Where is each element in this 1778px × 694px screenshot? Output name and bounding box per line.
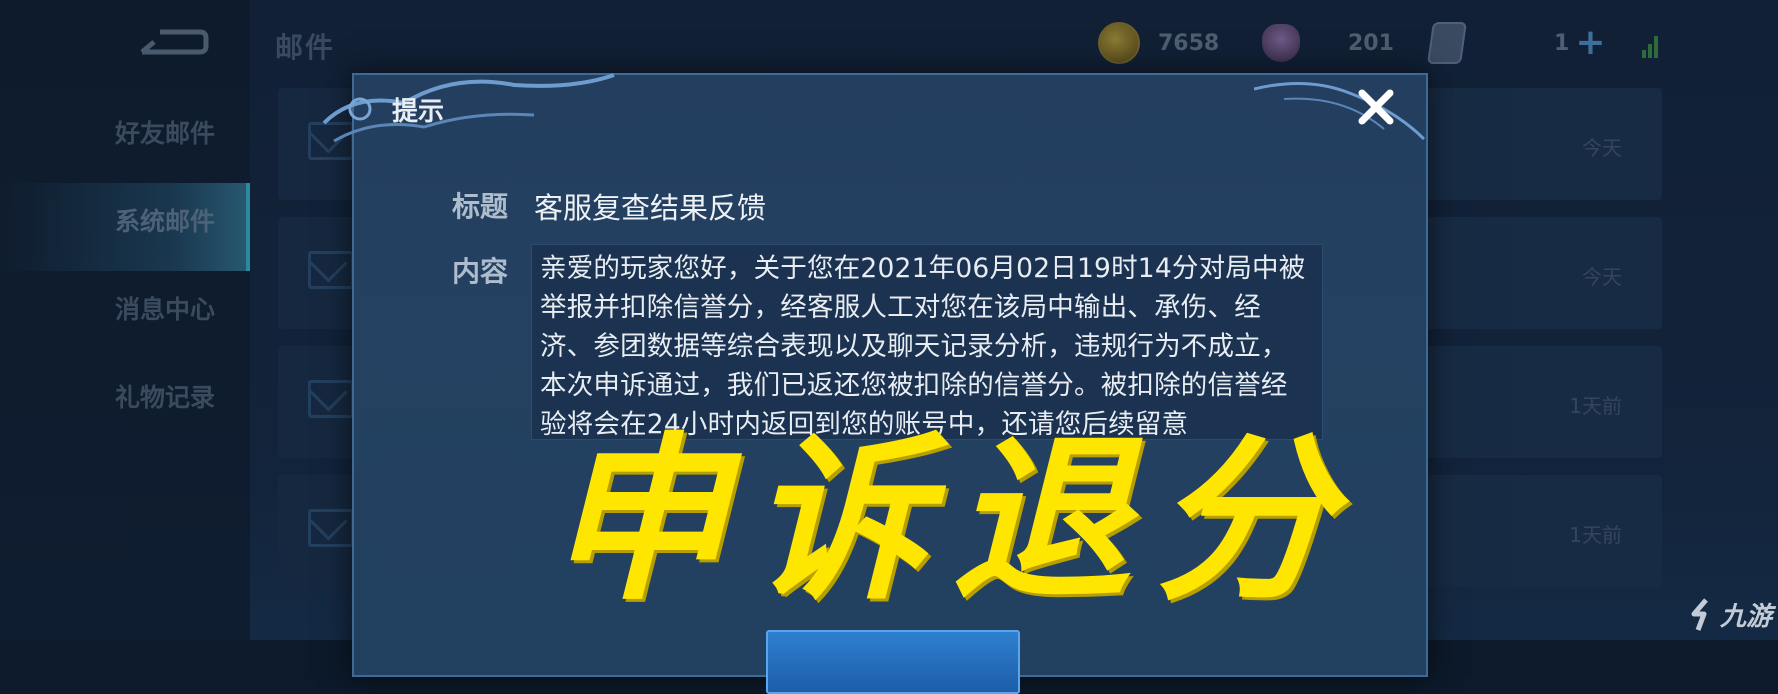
mail-content-scroll[interactable]: 亲爱的玩家您好，关于您在2021年06月02日19时14分对局中被举报并扣除信誉… [531,244,1323,440]
gem-icon [1262,24,1300,62]
gold-coin-icon [1098,22,1140,64]
cloud-ornament-icon [322,73,615,143]
jiuyou-logo-icon [1691,597,1708,631]
envelope-icon [308,251,354,289]
watermark: 九游 [1688,596,1772,633]
sidebar-item-friend-mail[interactable]: 好友邮件 [0,95,250,183]
mail-content: 亲爱的玩家您好，关于您在2021年06月02日19时14分对局中被举报并扣除信誉… [540,253,1306,440]
envelope-icon [308,122,354,160]
envelope-icon [308,509,354,547]
signal-icon [1642,30,1662,58]
sidebar-item-label: 好友邮件 [115,119,216,148]
dialog-title: 提示 [392,97,445,127]
card-value: 1 [1554,30,1570,56]
sidebar-nav: 好友邮件 系统邮件 消息中心 礼物记录 [0,95,250,447]
sidebar-item-message-center[interactable]: 消息中心 [0,271,250,359]
mail-subject: 客服复查结果反馈 [534,191,767,225]
sidebar-item-system-mail[interactable]: 系统邮件 [0,183,250,271]
overlay-caption: 申诉退分 [548,415,1356,624]
watermark-text: 九游 [1720,602,1773,632]
gem-currency: 201 [1262,24,1394,62]
sidebar-item-label: 系统邮件 [115,207,216,236]
gem-value: 201 [1348,30,1394,56]
card-currency: 1 + [1427,22,1605,64]
mail-time: 今天 [1582,136,1622,160]
mail-time: 今天 [1582,265,1622,289]
sidebar-item-gift-records[interactable]: 礼物记录 [0,359,250,447]
close-icon[interactable] [1352,83,1400,131]
sidebar-item-label: 消息中心 [115,295,216,324]
page-title: 邮件 [275,31,336,64]
back-arrow-icon[interactable] [130,22,210,62]
mail-time: 1天前 [1569,394,1622,418]
cloud-ornament-icon [1254,82,1426,141]
card-icon [1427,22,1467,64]
content-label: 内容 [452,255,509,288]
envelope-icon [308,380,354,418]
plus-icon[interactable]: + [1575,24,1605,62]
sidebar-item-label: 礼物记录 [115,383,216,412]
subject-label: 标题 [452,190,509,223]
gold-currency: 7658 [1098,22,1220,64]
mail-time: 1天前 [1569,523,1622,547]
gold-value: 7658 [1158,30,1220,56]
